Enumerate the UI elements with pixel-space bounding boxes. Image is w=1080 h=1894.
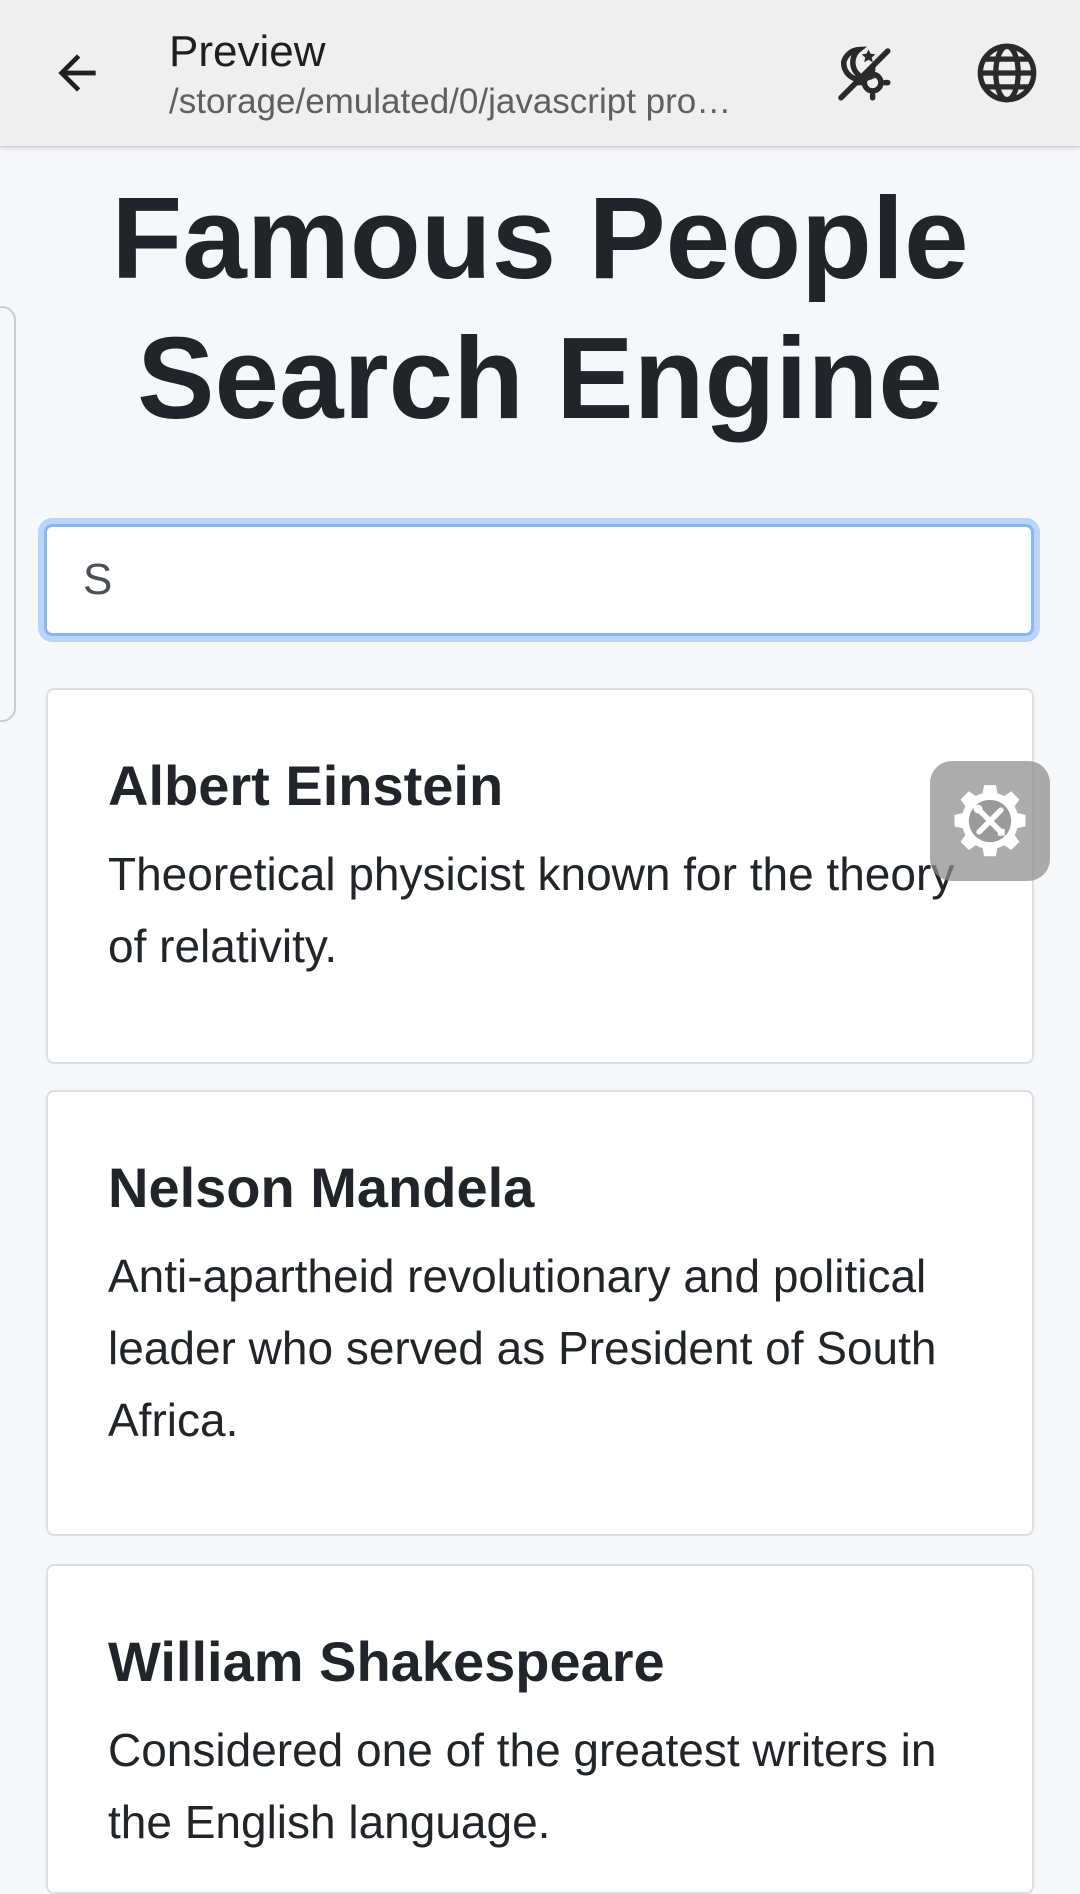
search-input[interactable] <box>44 524 1034 636</box>
app-bar-titles: Preview /storage/emulated/0/javascript p… <box>169 24 789 124</box>
person-description: Anti-apartheid revolutionary and politic… <box>108 1250 937 1446</box>
file-path: /storage/emulated/0/javascript pro… <box>169 82 732 121</box>
theme-toggle-icon <box>838 46 891 101</box>
theme-toggle-button[interactable] <box>820 30 906 116</box>
side-drawer-handle[interactable] <box>0 306 16 722</box>
tools-gear-icon <box>954 785 1026 857</box>
result-card: Nelson Mandela Anti-apartheid revolution… <box>46 1090 1034 1536</box>
result-card: William Shakespeare Considered one of th… <box>46 1564 1034 1894</box>
app-bar: Preview /storage/emulated/0/javascript p… <box>0 0 1080 147</box>
back-button[interactable] <box>34 30 120 116</box>
arrow-left-icon <box>58 54 96 92</box>
app-bar-title: Preview <box>169 27 326 76</box>
person-name: Nelson Mandela <box>108 1156 535 1219</box>
language-button[interactable] <box>964 30 1050 116</box>
person-description: Considered one of the greatest writers i… <box>108 1724 937 1848</box>
dev-tools-button[interactable] <box>930 761 1050 881</box>
person-name: William Shakespeare <box>108 1630 665 1693</box>
result-card: Albert Einstein Theoretical physicist kn… <box>46 688 1034 1064</box>
page-title: Famous People Search Engine <box>111 173 969 443</box>
person-description: Theoretical physicist known for the theo… <box>108 848 955 972</box>
person-name: Albert Einstein <box>108 754 504 817</box>
globe-icon <box>977 43 1037 103</box>
